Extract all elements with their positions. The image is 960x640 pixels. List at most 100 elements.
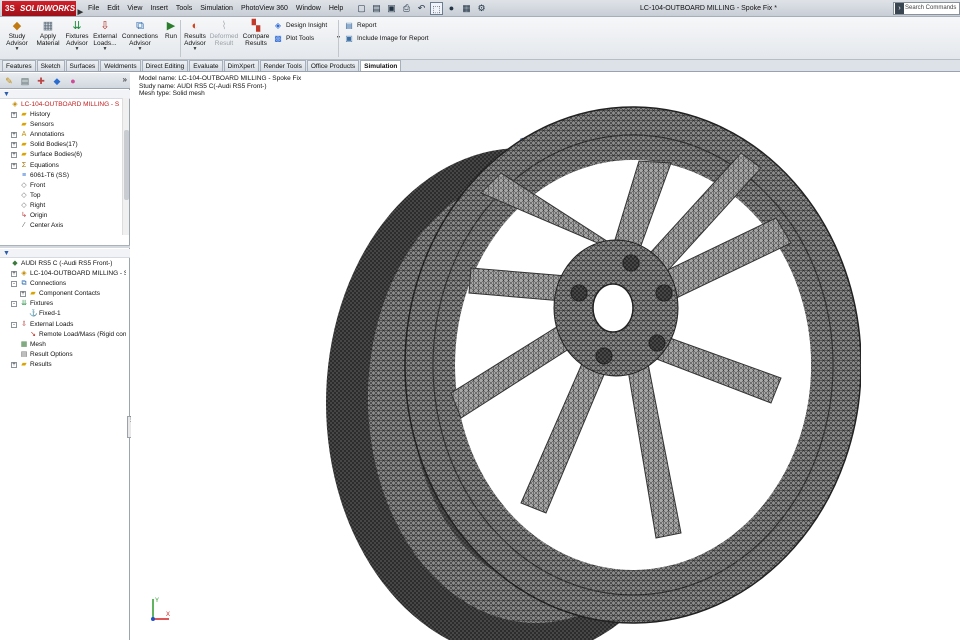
tree-item-right[interactable]: ◇ Right [0,201,126,211]
property-manager-tab-icon[interactable]: ▤ [19,75,31,87]
tree-item-audi-rs5-c-audi-rs5-front[interactable]: ◆ AUDI RS5 C (-Audi RS5 Front-) [0,259,126,269]
origin-icon: ↳ [21,212,27,220]
report-icon: ▤ [345,21,353,30]
tree-item-fixed-1[interactable]: ⚓ Fixed-1 [0,309,126,319]
menu-edit[interactable]: Edit [103,0,123,17]
plot-tools-button[interactable]: ▩ Plot Tools ▼ [272,33,341,44]
annotations-icon: A [21,131,27,139]
undo-icon[interactable]: ↶ [415,2,428,15]
tree-item-sensors[interactable]: ▰ Sensors [0,120,126,130]
tab-render-tools[interactable]: Render Tools [259,60,306,71]
configuration-manager-tab-icon[interactable]: ✚ [35,75,47,87]
open-folder-icon[interactable]: ▤ [370,2,383,15]
expand-icon[interactable]: + [11,271,17,278]
tree-item-top[interactable]: ◇ Top [0,191,126,201]
solidworks-logo[interactable]: 3S SOLIDWORKS ▶ [2,1,83,16]
tab-sketch[interactable]: Sketch [36,60,65,71]
tree-item-center-axis[interactable]: ⁄ Center Axis [0,221,126,231]
tree-item-front[interactable]: ◇ Front [0,181,126,191]
collapse-icon[interactable]: - [11,321,17,328]
expand-icon[interactable]: + [11,112,17,119]
tab-office-products[interactable]: Office Products [306,60,360,71]
tree-item-lc-104-outboard-milling-s[interactable]: ◈ LC-104-OUTBOARD MILLING - S [0,100,126,110]
tab-simulation[interactable]: Simulation [360,60,402,71]
tree-item-connections[interactable]: - ⧉ Connections [0,279,126,289]
menu-simulation[interactable]: Simulation [196,0,237,17]
study-advisor-button[interactable]: ◆ Study Advisor ▼ [2,18,32,58]
tree-item-results[interactable]: + ▰ Results [0,360,126,370]
graphics-area[interactable]: ⊕ ⊖ ↺ ▣ ◫ ◧ ◌ ◍ ◒ ▦ Model name: LC-104-O… [131,73,960,640]
run-button[interactable]: ▶ Run [160,18,182,58]
tab-dimxpert[interactable]: DimXpert [223,60,259,71]
menu-file[interactable]: File [84,0,103,17]
collapse-icon[interactable]: - [11,301,17,308]
expand-icon[interactable]: + [20,291,26,298]
tree-item-mesh[interactable]: ▦ Mesh [0,340,126,350]
results-advisor-button[interactable]: ◐ Results Advisor ▼ [180,18,210,58]
menu-photoview-360[interactable]: PhotoView 360 [237,0,292,17]
print-icon[interactable]: ⎙ [400,2,413,15]
dimxpert-tab-icon[interactable]: ◆ [51,75,63,87]
panel-splitter[interactable] [0,245,130,248]
tree-item-annotations[interactable]: + A Annotations [0,130,126,140]
expand-icon[interactable]: + [11,142,17,149]
file-properties-icon[interactable]: ▦ [460,2,473,15]
report-button[interactable]: ▤ Report [343,20,376,31]
display-manager-tab-icon[interactable]: ● [67,75,79,87]
fixtures-advisor-icon: ⇊ [72,20,82,32]
external-loads-button[interactable]: ⇩ External Loads... ▼ [90,18,120,58]
tree-item-lc-104-outboard-milling-spok[interactable]: + ◈LC-104-OUTBOARD MILLING - Spok [0,269,126,279]
design-insight-button[interactable]: ◈ Design Insight [272,20,327,31]
menu-view[interactable]: View [123,0,146,17]
select-cursor-icon[interactable]: ⬚ [430,2,443,15]
fixtures-advisor-button[interactable]: ⇊ Fixtures Advisor ▼ [62,18,92,58]
tree-item-equations[interactable]: + Σ Equations [0,161,126,171]
tab-evaluate[interactable]: Evaluate [189,60,223,71]
tree-item-remote-load-mass-rigid-conne[interactable]: ↘ Remote Load/Mass (Rigid conne [0,330,126,340]
new-document-icon[interactable]: ▢ [355,2,368,15]
menu-tools[interactable]: Tools [172,0,196,17]
tree-item-component-contacts[interactable]: + ▰ Component Contacts [0,289,126,299]
tree-item-external-loads[interactable]: - ⇩ External Loads [0,320,126,330]
connections-advisor-button[interactable]: ⧉ Connections Advisor ▼ [121,18,159,58]
apply-material-button[interactable]: ▦ Apply Material [33,18,63,58]
tree-item-label: Surface Bodies(6) [30,151,83,159]
collapse-icon[interactable]: - [11,281,17,288]
study-name-line: Study name: AUDI RS5 C(-Audi RS5 Front-) [139,82,267,90]
deformed-result-button[interactable]: ⌇ Deformed Result [209,18,239,58]
tree-item-label: AUDI RS5 C (-Audi RS5 Front-) [21,260,113,267]
study-tree-filter[interactable]: ▼ [0,249,130,258]
include-image-button[interactable]: ▣ Include Image for Report [343,33,428,44]
feature-tree-filter[interactable]: ▼ [0,90,130,99]
external-loads-folder-icon: ⇩ [21,320,27,328]
tab-features[interactable]: Features [2,60,36,71]
tree-item-surface-bodies-6[interactable]: + ▰ Surface Bodies(6) [0,150,126,160]
feature-tree-scrollbar[interactable] [122,98,129,235]
menu-help[interactable]: Help [325,0,347,17]
rebuild-icon[interactable]: ● [445,2,458,15]
tree-item-solid-bodies-17[interactable]: + ▰ Solid Bodies(17) [0,140,126,150]
feature-manager-tabs: ✎ ▤ ✚ ◆ ● » [0,73,130,89]
tab-weldments[interactable]: Weldments [100,60,141,71]
save-icon[interactable]: ▣ [385,2,398,15]
scrollbar-thumb[interactable] [124,130,129,200]
menu-insert[interactable]: Insert [146,0,172,17]
options-gear-icon[interactable]: ⚙ [475,2,488,15]
tree-item-origin[interactable]: ↳ Origin [0,211,126,221]
expand-icon[interactable]: + [11,361,17,368]
feature-manager-tab-icon[interactable]: ✎ [3,75,15,87]
compare-results-button[interactable]: ▚ Compare Results [241,18,271,58]
tab-direct-editing[interactable]: Direct Editing [141,60,189,71]
tree-item-6061-t6-ss[interactable]: ≡ 6061-T6 (SS) [0,171,126,181]
menu-window[interactable]: Window [292,0,325,17]
expand-icon[interactable]: + [11,152,17,159]
tree-item-result-options[interactable]: ▤ Result Options [0,350,126,360]
expand-icon[interactable]: + [11,162,17,169]
tree-item-history[interactable]: + ▰ History [0,110,126,120]
tab-surfaces[interactable]: Surfaces [65,60,100,71]
search-commands-input[interactable]: › Search Commands [893,2,960,15]
expand-icon[interactable]: + [11,132,17,139]
meshed-wheel-model[interactable] [321,103,861,640]
tree-item-fixtures[interactable]: - ⇊ Fixtures [0,299,126,309]
more-tabs-icon[interactable]: » [123,75,127,84]
